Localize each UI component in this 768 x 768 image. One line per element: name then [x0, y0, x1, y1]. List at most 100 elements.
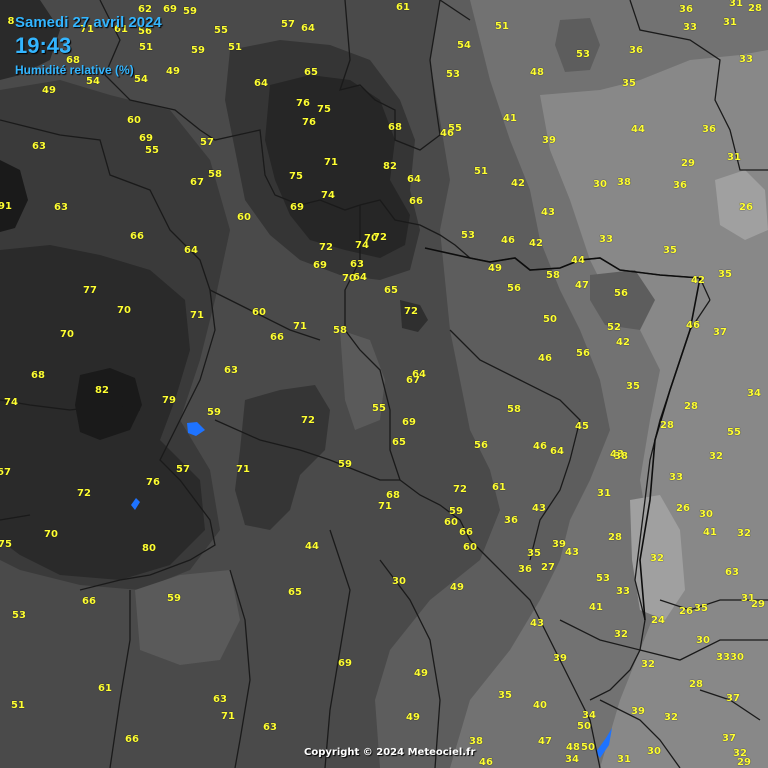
- humidity-value: 58: [546, 270, 560, 281]
- humidity-value: 43: [532, 503, 546, 514]
- humidity-value: 66: [459, 527, 473, 538]
- humidity-value: 57: [281, 19, 295, 30]
- humidity-value: 31: [727, 152, 741, 163]
- humidity-value: 37: [726, 693, 740, 704]
- humidity-value: 35: [694, 603, 708, 614]
- humidity-value: 38: [614, 451, 628, 462]
- humidity-value: 56: [507, 283, 521, 294]
- humidity-value: 64: [301, 23, 315, 34]
- humidity-value: 74: [4, 397, 18, 408]
- humidity-value: 32: [650, 553, 664, 564]
- humidity-value: 54: [457, 40, 471, 51]
- humidity-value: 64: [353, 272, 367, 283]
- humidity-value: 32: [614, 629, 628, 640]
- humidity-value: 72: [404, 306, 418, 317]
- humidity-value: 51: [139, 42, 153, 53]
- humidity-value: 49: [166, 66, 180, 77]
- humidity-value: 49: [488, 263, 502, 274]
- humidity-value: 49: [450, 582, 464, 593]
- humidity-value: 46: [501, 235, 515, 246]
- humidity-value: 26: [739, 202, 753, 213]
- humidity-value: 33: [599, 234, 613, 245]
- humidity-value: 42: [511, 178, 525, 189]
- humidity-value: 71: [324, 157, 338, 168]
- humidity-value: 33: [716, 652, 730, 663]
- humidity-value: 77: [83, 285, 97, 296]
- humidity-value: 30: [593, 179, 607, 190]
- humidity-value: 54: [134, 74, 148, 85]
- humidity-value: 74: [321, 190, 335, 201]
- humidity-value: 53: [596, 573, 610, 584]
- humidity-value: 59: [183, 6, 197, 17]
- humidity-value: 31: [729, 0, 743, 9]
- humidity-value: 61: [98, 683, 112, 694]
- humidity-value: 69: [313, 260, 327, 271]
- humidity-value: 76: [296, 98, 310, 109]
- humidity-value: 24: [651, 615, 665, 626]
- humidity-value: 44: [305, 541, 319, 552]
- humidity-value: 76: [302, 117, 316, 128]
- humidity-value: 53: [461, 230, 475, 241]
- humidity-value: 66: [270, 332, 284, 343]
- humidity-value: 46: [686, 320, 700, 331]
- humidity-value: 32: [641, 659, 655, 670]
- humidity-value: 29: [681, 158, 695, 169]
- humidity-value: 69: [338, 658, 352, 669]
- humidity-value: 50: [543, 314, 557, 325]
- humidity-value: 51: [11, 700, 25, 711]
- humidity-value: 32: [664, 712, 678, 723]
- humidity-value: 59: [191, 45, 205, 56]
- humidity-value: 75: [289, 171, 303, 182]
- humidity-value: 72: [319, 242, 333, 253]
- humidity-value: 45: [575, 421, 589, 432]
- humidity-value: 39: [542, 135, 556, 146]
- humidity-value: 48: [566, 742, 580, 753]
- humidity-value: 34: [582, 710, 596, 721]
- humidity-value: 26: [679, 606, 693, 617]
- humidity-value: 49: [406, 712, 420, 723]
- humidity-value: 41: [703, 527, 717, 538]
- humidity-value: 26: [676, 503, 690, 514]
- humidity-value: 34: [747, 388, 761, 399]
- humidity-value: 42: [691, 275, 705, 286]
- humidity-value: 35: [663, 245, 677, 256]
- humidity-value: 63: [725, 567, 739, 578]
- humidity-value: 59: [167, 593, 181, 604]
- humidity-value: 75: [317, 104, 331, 115]
- humidity-value: 70: [60, 329, 74, 340]
- humidity-value: 68: [388, 122, 402, 133]
- humidity-value: 65: [392, 437, 406, 448]
- humidity-value: 35: [622, 78, 636, 89]
- humidity-value: 58: [333, 325, 347, 336]
- humidity-value: 68: [31, 370, 45, 381]
- humidity-value: 57: [176, 464, 190, 475]
- humidity-value: 36: [629, 45, 643, 56]
- humidity-value: 72: [453, 484, 467, 495]
- humidity-value: 8: [7, 16, 15, 27]
- humidity-value: 40: [533, 700, 547, 711]
- humidity-value: 56: [614, 288, 628, 299]
- humidity-value: 51: [474, 166, 488, 177]
- humidity-value: 47: [575, 280, 589, 291]
- humidity-field: [0, 0, 768, 768]
- humidity-value: 29: [751, 599, 765, 610]
- humidity-value: 63: [54, 202, 68, 213]
- humidity-value: 35: [527, 548, 541, 559]
- humidity-value: 59: [207, 407, 221, 418]
- map-date: Samedi 27 avril 2024: [15, 14, 162, 31]
- humidity-value: 39: [631, 706, 645, 717]
- humidity-value: 33: [616, 586, 630, 597]
- humidity-value: 54: [86, 76, 100, 87]
- humidity-value: 49: [42, 85, 56, 96]
- humidity-value: 67: [0, 467, 11, 478]
- humidity-value: 51: [228, 42, 242, 53]
- map-variable-title: Humidité relative (%): [15, 63, 134, 77]
- humidity-value: 28: [748, 3, 762, 14]
- humidity-value: 67: [190, 177, 204, 188]
- humidity-value: 36: [518, 564, 532, 575]
- humidity-value: 55: [214, 25, 228, 36]
- humidity-value: 79: [162, 395, 176, 406]
- humidity-value: 53: [446, 69, 460, 80]
- humidity-value: 53: [12, 610, 26, 621]
- humidity-value: 65: [384, 285, 398, 296]
